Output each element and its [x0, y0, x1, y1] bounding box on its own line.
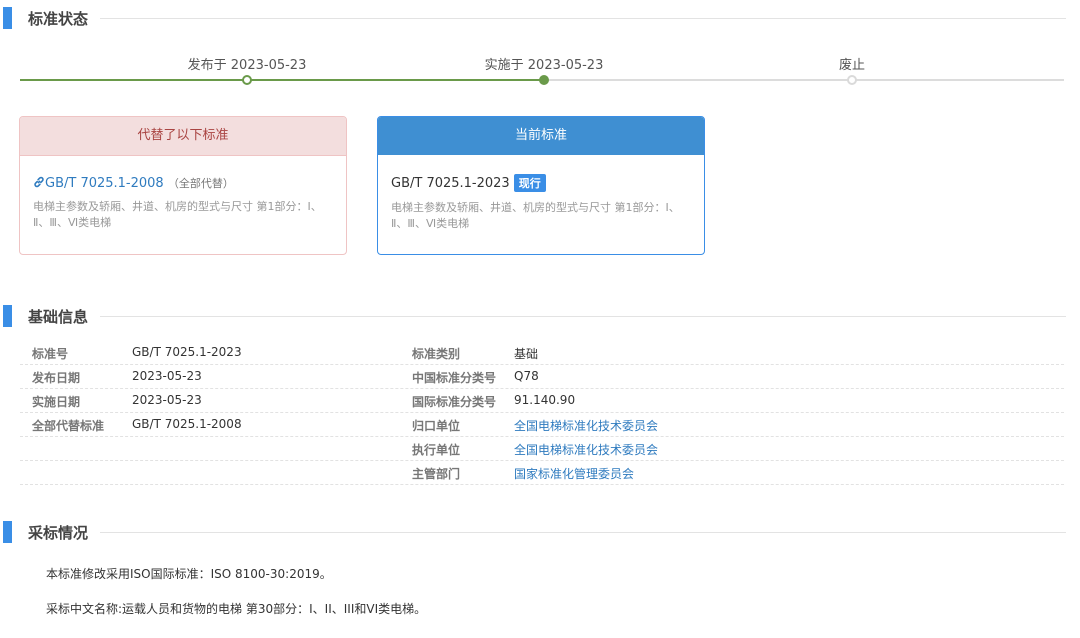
section-basic-header: 基础信息: [0, 304, 1066, 328]
info-row: 全部代替标准 GB/T 7025.1-2008 归口单位 全国电梯标准化技术委员…: [20, 412, 1064, 437]
info-value: 基础: [514, 347, 539, 361]
info-label: 国际标准分类号: [412, 395, 497, 409]
replaced-note: （全部代替）: [167, 177, 234, 190]
section-divider: [100, 315, 1066, 317]
adoption-standard-text: 本标准修改采用ISO国际标准：ISO 8100-30:2019。: [46, 567, 332, 581]
info-value: 2023-05-23: [132, 393, 202, 407]
link-icon: [34, 176, 44, 188]
current-standard-card: 当前标准 GB/T 7025.1-2023 现行 电梯主参数及轿厢、井道、机房的型…: [377, 116, 705, 255]
info-row: 标准号 GB/T 7025.1-2023 标准类别 基础: [20, 340, 1064, 365]
section-title: 基础信息: [28, 307, 89, 326]
executing-unit-link[interactable]: 全国电梯标准化技术委员会: [514, 441, 658, 458]
section-adoption-header: 采标情况: [0, 520, 1066, 544]
info-value: GB/T 7025.1-2008: [132, 417, 242, 431]
timeline-published-dot: [242, 75, 252, 85]
replaced-card-header: 代替了以下标准: [20, 117, 346, 156]
replaced-standard-link[interactable]: GB/T 7025.1-2008: [33, 176, 164, 191]
info-value: 91.140.90: [514, 393, 576, 407]
info-value: 2023-05-23: [132, 369, 202, 383]
current-standard-code: GB/T 7025.1-2023: [391, 176, 510, 191]
info-label: 执行单位: [412, 443, 461, 457]
info-value: Q78: [514, 369, 539, 383]
replaced-standard-description: 电梯主参数及轿厢、井道、机房的型式与尺寸 第1部分：Ⅰ、Ⅱ、Ⅲ、Ⅵ类电梯: [33, 200, 322, 229]
info-row: 主管部门 国家标准化管理委员会: [20, 460, 1064, 485]
section-marker: [3, 305, 12, 327]
section-marker: [3, 7, 12, 29]
info-label: 实施日期: [32, 395, 81, 409]
replaced-standard-code: GB/T 7025.1-2008: [45, 176, 164, 191]
info-value: GB/T 7025.1-2023: [132, 345, 242, 359]
info-label: 主管部门: [412, 467, 461, 481]
info-label: 标准类别: [412, 347, 461, 361]
timeline-implemented-label: 实施于 2023-05-23: [484, 58, 604, 73]
info-label: 发布日期: [32, 371, 81, 385]
timeline-abolished-dot: [847, 75, 857, 85]
section-status-header: 标准状态: [0, 6, 1066, 30]
info-label: 标准号: [32, 347, 69, 361]
status-badge: 现行: [513, 174, 546, 192]
section-divider: [100, 17, 1066, 19]
section-marker: [3, 521, 12, 543]
info-row: 执行单位 全国电梯标准化技术委员会: [20, 436, 1064, 461]
timeline-implemented-dot: [539, 75, 549, 85]
competent-department-link[interactable]: 国家标准化管理委员会: [514, 465, 634, 482]
adoption-chinese-name-text: 采标中文名称:运载人员和货物的电梯 第30部分：I、II、III和VI类电梯。: [46, 602, 427, 616]
timeline-published-label: 发布于 2023-05-23: [187, 58, 307, 73]
responsible-committee-link[interactable]: 全国电梯标准化技术委员会: [514, 417, 658, 434]
info-row: 发布日期 2023-05-23 中国标准分类号 Q78: [20, 364, 1064, 389]
section-divider: [100, 531, 1066, 533]
info-label: 中国标准分类号: [412, 371, 497, 385]
current-card-header: 当前标准: [378, 117, 704, 155]
replaced-standard-card: 代替了以下标准 GB/T 7025.1-2008 （全部代替） 电梯主参数及轿厢…: [19, 116, 347, 255]
timeline-progress: [20, 79, 544, 81]
info-row: 实施日期 2023-05-23 国际标准分类号 91.140.90: [20, 388, 1064, 413]
info-label: 全部代替标准: [32, 419, 105, 433]
info-label: 归口单位: [412, 419, 461, 433]
section-title: 标准状态: [28, 9, 89, 28]
timeline-abolished-label: 废止: [838, 58, 866, 73]
section-title: 采标情况: [28, 523, 89, 542]
current-standard-description: 电梯主参数及轿厢、井道、机房的型式与尺寸 第1部分：Ⅰ、Ⅱ、Ⅲ、Ⅵ类电梯: [391, 201, 680, 230]
